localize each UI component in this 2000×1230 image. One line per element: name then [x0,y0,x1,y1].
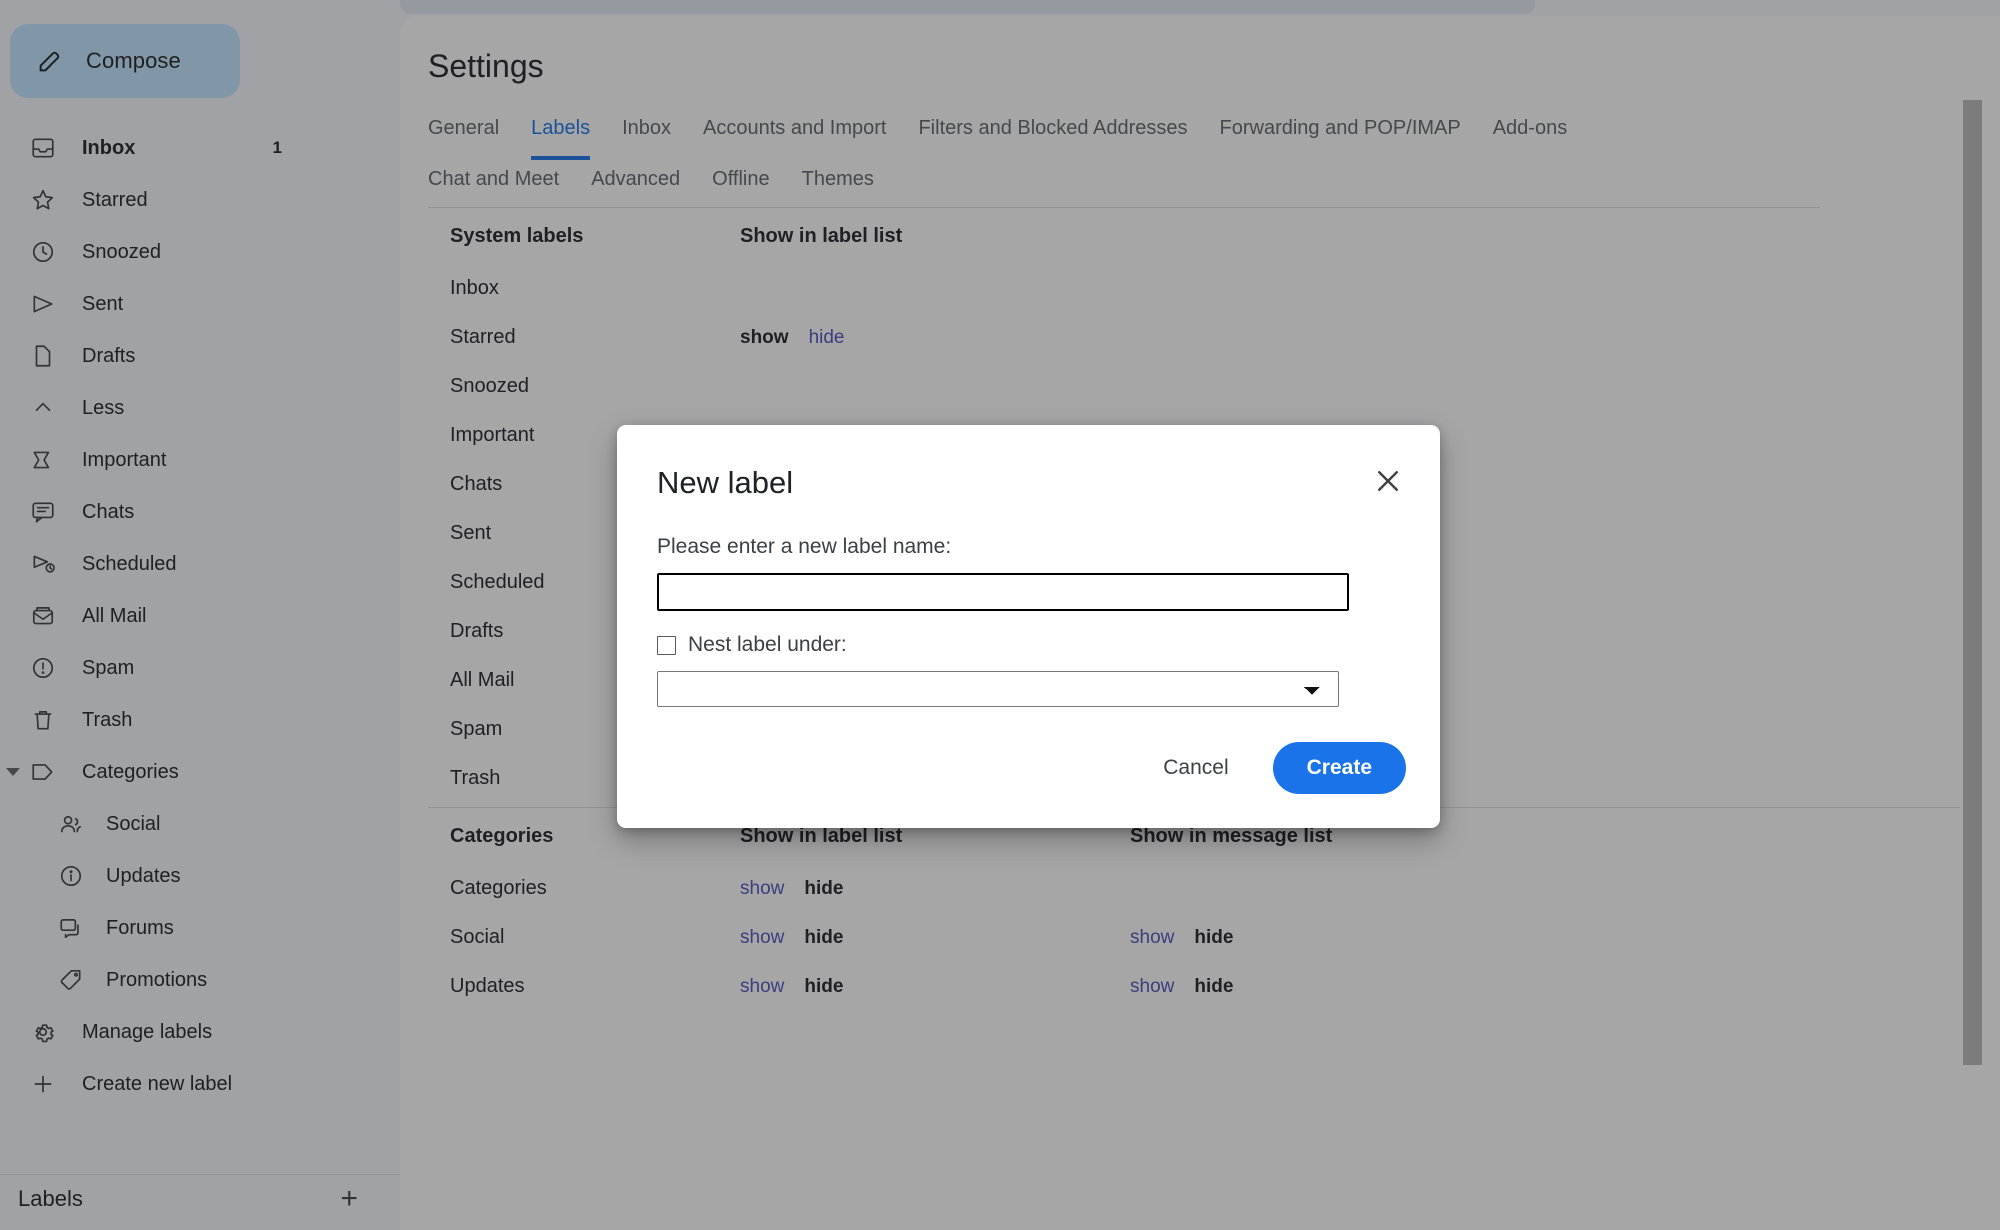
nest-label-row: Nest label under: [657,633,1400,657]
label-name-prompt: Please enter a new label name: [657,535,1400,559]
new-label-dialog: New label Please enter a new label name:… [617,425,1440,828]
close-icon[interactable] [1370,463,1406,499]
dialog-title: New label [657,465,793,501]
label-name-input[interactable] [657,573,1349,611]
nest-label-checkbox[interactable] [657,636,676,655]
dialog-body: Please enter a new label name: Nest labe… [657,535,1400,707]
cancel-button[interactable]: Cancel [1149,746,1242,790]
vertical-scrollbar-thumb[interactable] [1963,100,1982,1065]
nest-parent-select[interactable] [657,671,1339,707]
dialog-actions: Cancel Create [1149,742,1406,794]
nest-label-text: Nest label under: [688,633,847,657]
create-button[interactable]: Create [1273,742,1406,794]
